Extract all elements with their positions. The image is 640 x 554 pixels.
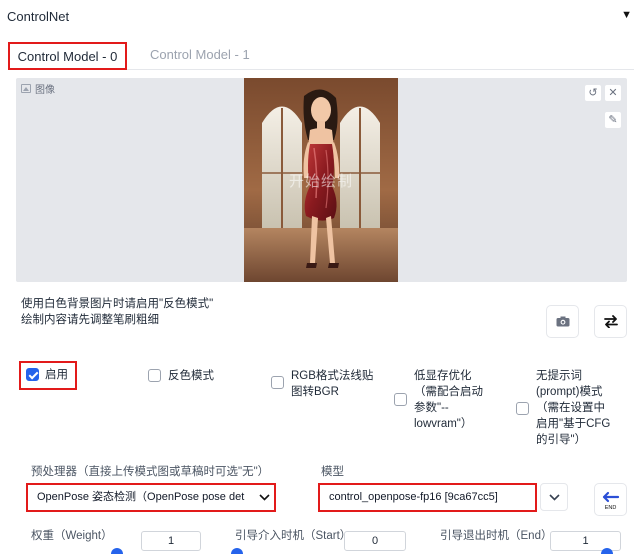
swap-button[interactable] [594,305,627,338]
rgb-bgr-checkbox[interactable] [271,376,284,389]
end-label: 引导退出时机（End） [440,530,553,542]
lowvram-label: 低显存优化 （需配合启动 参数"-- lowvram"） [414,368,483,432]
guess-line-2: (prompt)模式 [536,386,603,398]
tab-bar: Control Model - 0 Control Model - 1 [8,42,634,70]
guess-line-1: 无提示词 [536,370,582,382]
rgb-bgr-line-1: RGB格式法线贴 [291,370,374,382]
enable-checkbox[interactable] [26,368,39,381]
image-label-text: 图像 [35,85,55,96]
model-chevron-down-icon[interactable] [540,483,568,511]
triangle-down-icon[interactable]: ▼ [621,9,632,21]
guess-line-3: （需在设置中 [536,402,605,414]
undo-icon[interactable]: ↺ [584,84,602,102]
guess-line-5: 的引导"） [536,434,587,446]
hint-line-1: 使用白色背景图片时请启用"反色模式" [21,298,214,310]
guess-mode-checkbox[interactable] [516,402,529,415]
image-label: 图像 [21,81,55,96]
preprocessor-dropdown[interactable]: OpenPose 姿态检测（OpenPose pose det [26,483,276,512]
start-input[interactable]: 0 [344,531,406,551]
canvas-overlay-text: 开始绘制 [288,173,353,190]
rgb-bgr-line-2: 图转BGR [291,386,339,398]
image-icon [21,84,31,93]
hint-line-2: 绘制内容请先调整笔刷粗细 [21,314,159,326]
invert-checkbox[interactable] [148,369,161,382]
model-value: control_openpose-fp16 [9ca67cc5] [329,491,498,503]
weight-input[interactable]: 1 [141,531,201,551]
weight-slider-handle[interactable] [111,548,123,554]
camera-button[interactable] [546,305,579,338]
brush-icon[interactable]: ✎ [604,111,622,129]
tab-control-model-1[interactable]: Control Model - 1 [136,42,264,70]
rgb-bgr-label: RGB格式法线贴 图转BGR [291,368,373,400]
lowvram-line-1: 低显存优化 [414,370,472,382]
end-slider-handle[interactable] [601,548,613,554]
model-dropdown[interactable]: control_openpose-fp16 [9ca67cc5] [318,483,537,512]
refresh-models-button[interactable]: END [594,483,627,516]
preprocessor-value: OpenPose 姿态检测（OpenPose pose det [37,491,245,503]
lowvram-line-2: （需配合启动 [414,386,483,398]
preprocessor-chevron-down-icon[interactable] [256,490,273,504]
invert-label: 反色模式 [168,370,214,382]
close-icon[interactable]: ✕ [604,84,622,102]
guess-mode-label: 无提示词 (prompt)模式 （需在设置中 启用"基于CFG 的引导"） [536,368,610,448]
end-input[interactable]: 1 [550,531,621,551]
tab-control-model-0[interactable]: Control Model - 0 [8,42,127,70]
controlnet-header[interactable]: ControlNet ▼ [0,0,640,34]
start-label: 引导介入时机（Start） [235,530,352,542]
lowvram-checkbox[interactable] [394,393,407,406]
start-slider-handle[interactable] [231,548,243,554]
swap-arrows-icon [603,315,618,328]
weight-label: 权重（Weight） [31,530,113,542]
svg-text:END: END [605,505,617,511]
enable-label: 启用 [45,369,68,381]
end-arrow-icon: END [602,491,620,511]
lowvram-line-4: lowvram"） [414,418,473,430]
hint-text: 使用白色背景图片时请启用"反色模式" 绘制内容请先调整笔刷粗细 [21,296,213,328]
image-canvas[interactable]: 图像 开始绘制 ↺ ✕ ✎ [16,78,627,282]
camera-icon [556,316,569,327]
panel-title: ControlNet [7,9,70,24]
guess-line-4: 启用"基于CFG [536,418,611,430]
lowvram-line-3: 参数"-- [414,402,449,414]
preprocessor-label: 预处理器（直接上传模式图或草稿时可选"无"） [31,466,270,478]
model-label: 模型 [321,466,344,478]
